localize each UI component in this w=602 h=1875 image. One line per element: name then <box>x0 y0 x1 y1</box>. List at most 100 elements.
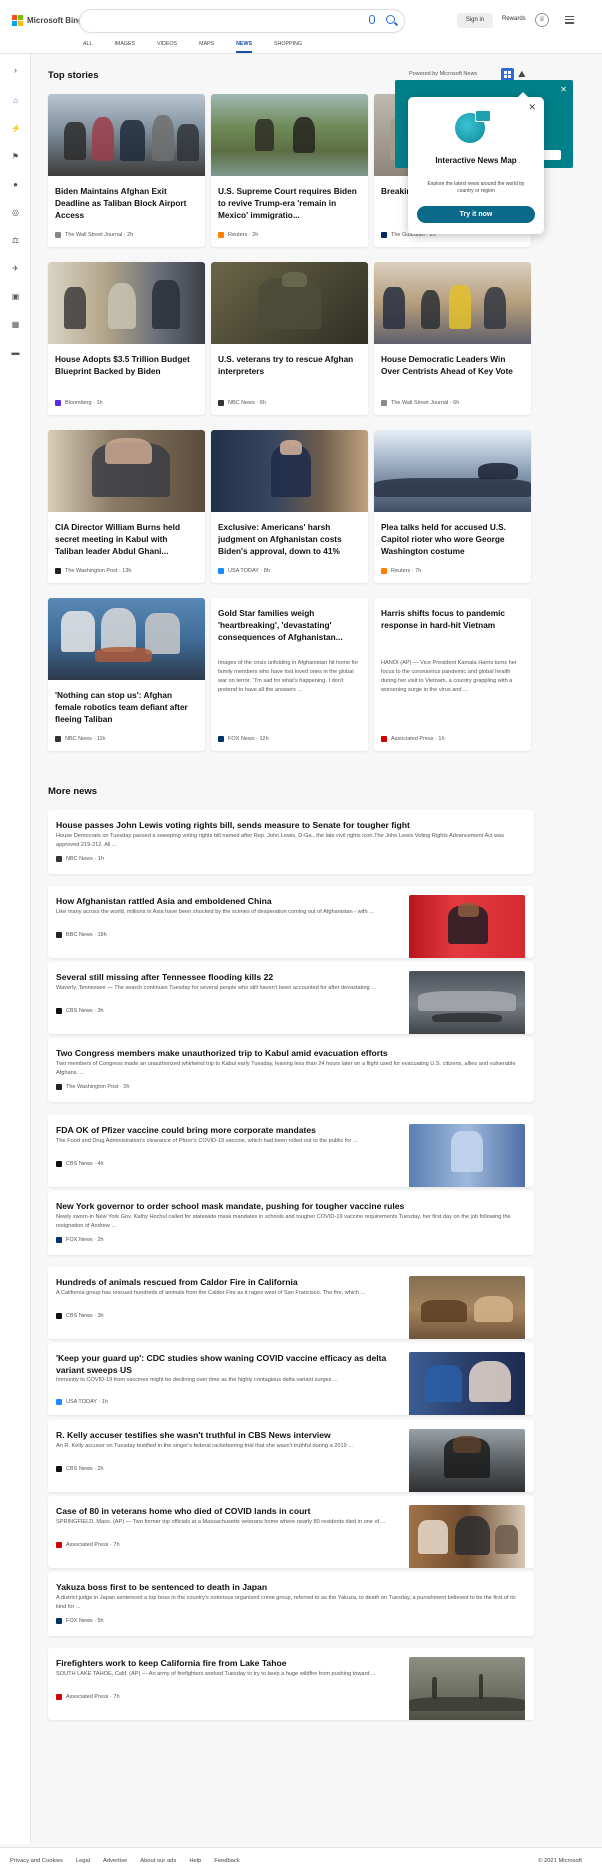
tab-images[interactable]: IMAGES <box>114 41 135 53</box>
news-title[interactable]: New York governor to order school mask m… <box>56 1200 526 1212</box>
expand-rail-icon[interactable]: › <box>11 66 20 75</box>
story-image[interactable] <box>48 430 205 512</box>
story-title[interactable]: Harris shifts focus to pandemic response… <box>381 607 524 631</box>
story-image[interactable] <box>48 598 205 680</box>
story-card[interactable]: House Adopts $3.5 Trillion Budget Bluepr… <box>48 262 205 415</box>
story-title[interactable]: U.S. veterans try to rescue Afghan inter… <box>218 353 361 377</box>
story-card[interactable]: U.S. veterans try to rescue Afghan inter… <box>211 262 368 415</box>
news-thumbnail[interactable] <box>409 1657 525 1720</box>
story-image[interactable] <box>48 262 205 344</box>
story-card[interactable]: Biden Maintains Afghan Exit Deadline as … <box>48 94 205 247</box>
news-title[interactable]: House passes John Lewis voting rights bi… <box>56 819 526 831</box>
hamburger-menu-icon[interactable] <box>565 16 574 26</box>
footer-link-privacy-and-cookies[interactable]: Privacy and Cookies <box>10 1858 63 1864</box>
home-icon[interactable]: ⌂ <box>11 96 20 105</box>
location-pin-icon[interactable]: ● <box>11 180 20 189</box>
news-thumbnail[interactable] <box>409 895 525 958</box>
film-icon[interactable]: ▣ <box>11 292 20 301</box>
news-thumbnail[interactable] <box>409 1124 525 1187</box>
sign-in-button[interactable]: Sign in <box>457 13 493 28</box>
news-list-item[interactable]: 'Keep your guard up': CDC studies show w… <box>48 1343 534 1415</box>
news-source[interactable]: BBC News · 18h <box>56 932 107 938</box>
story-title[interactable]: House Democratic Leaders Win Over Centri… <box>381 353 524 377</box>
news-title[interactable]: Hundreds of animals rescued from Caldor … <box>56 1276 396 1288</box>
story-source[interactable]: Reuters · 2h <box>218 232 258 238</box>
tab-all[interactable]: ALL <box>83 41 92 53</box>
news-list-item[interactable]: Hundreds of animals rescued from Caldor … <box>48 1267 534 1339</box>
banner-close-icon[interactable]: ✕ <box>560 85 567 94</box>
news-list-item[interactable]: Two Congress members make unauthorized t… <box>48 1038 534 1102</box>
story-image[interactable] <box>211 94 368 176</box>
news-title[interactable]: Two Congress members make unauthorized t… <box>56 1047 526 1059</box>
story-image[interactable] <box>211 262 368 344</box>
news-thumbnail[interactable] <box>409 1352 525 1415</box>
story-image[interactable] <box>374 430 531 512</box>
microphone-icon[interactable] <box>369 15 375 24</box>
story-source[interactable]: FOX News · 12h <box>218 736 269 742</box>
story-image[interactable] <box>374 262 531 344</box>
news-title[interactable]: Case of 80 in veterans home who died of … <box>56 1505 396 1517</box>
news-source[interactable]: CBS News · 3h <box>56 1008 104 1014</box>
footer-link-help[interactable]: Help <box>189 1858 201 1864</box>
news-title[interactable]: 'Keep your guard up': CDC studies show w… <box>56 1352 396 1376</box>
footer-link-legal[interactable]: Legal <box>76 1858 90 1864</box>
flag-icon[interactable]: ⚑ <box>11 152 20 161</box>
news-title[interactable]: Several still missing after Tennessee fl… <box>56 971 396 983</box>
tab-maps[interactable]: MAPS <box>199 41 214 53</box>
news-title[interactable]: How Afghanistan rattled Asia and embolde… <box>56 895 396 907</box>
news-source[interactable]: Associated Press · 7h <box>56 1694 120 1700</box>
news-list-item[interactable]: Several still missing after Tennessee fl… <box>48 962 534 1034</box>
news-source[interactable]: NBC News · 1h <box>56 856 104 862</box>
story-card[interactable]: 'Nothing can stop us': Afghan female rob… <box>48 598 205 751</box>
news-thumbnail[interactable] <box>409 1276 525 1339</box>
story-source[interactable]: USA TODAY · 8h <box>218 568 270 574</box>
news-source[interactable]: USA TODAY · 1h <box>56 1399 108 1405</box>
search-icon[interactable] <box>386 15 395 24</box>
news-source[interactable]: CBS News · 3h <box>56 1313 104 1319</box>
story-title[interactable]: U.S. Supreme Court requires Biden to rev… <box>218 185 361 221</box>
tab-shopping[interactable]: SHOPPING <box>274 41 302 53</box>
news-list-item[interactable]: New York governor to order school mask m… <box>48 1191 534 1255</box>
news-list-item[interactable]: R. Kelly accuser testifies she wasn't tr… <box>48 1420 534 1492</box>
story-source[interactable]: The Wall Street Journal · 6h <box>381 400 459 406</box>
footer-link-feedback[interactable]: Feedback <box>214 1858 239 1864</box>
story-title[interactable]: House Adopts $3.5 Trillion Budget Bluepr… <box>55 353 198 377</box>
try-it-now-button[interactable]: Try it now <box>417 206 535 223</box>
tab-news[interactable]: NEWS <box>236 41 252 53</box>
news-source[interactable]: CBS News · 4h <box>56 1161 104 1167</box>
map-view-icon[interactable]: ⛰ <box>518 69 529 80</box>
trending-icon[interactable]: ⚡ <box>11 124 21 133</box>
story-title[interactable]: 'Nothing can stop us': Afghan female rob… <box>55 689 198 725</box>
story-card[interactable]: House Democratic Leaders Win Over Centri… <box>374 262 531 415</box>
news-list-item[interactable]: FDA OK of Pfizer vaccine could bring mor… <box>48 1115 534 1187</box>
story-source[interactable]: The Wall Street Journal · 2h <box>55 232 133 238</box>
news-list-item[interactable]: House passes John Lewis voting rights bi… <box>48 810 534 874</box>
globe-icon[interactable]: ◎ <box>11 208 20 217</box>
story-title[interactable]: CIA Director William Burns held secret m… <box>55 521 198 557</box>
scales-icon[interactable]: ⚖ <box>11 236 20 245</box>
bing-logo[interactable]: Microsoft Bing <box>12 15 83 26</box>
story-source[interactable]: The Washington Post · 13h <box>55 568 131 574</box>
footer-link-about-our-ads[interactable]: About our ads <box>140 1858 176 1864</box>
story-card[interactable]: Plea talks held for accused U.S. Capitol… <box>374 430 531 583</box>
news-source[interactable]: FOX News · 5h <box>56 1618 104 1624</box>
news-list-item[interactable]: How Afghanistan rattled Asia and embolde… <box>48 886 534 958</box>
story-image[interactable] <box>211 430 368 512</box>
news-source[interactable]: The Washington Post · 2h <box>56 1084 129 1090</box>
tab-videos[interactable]: VIDEOS <box>157 41 177 53</box>
news-list-item[interactable]: Firefighters work to keep California fir… <box>48 1648 534 1720</box>
news-thumbnail[interactable] <box>409 971 525 1034</box>
news-title[interactable]: Firefighters work to keep California fir… <box>56 1657 396 1669</box>
story-card[interactable]: Gold Star families weigh 'heartbreaking'… <box>211 598 368 751</box>
story-source[interactable]: NBC News · 11h <box>55 736 106 742</box>
news-source[interactable]: FOX News · 2h <box>56 1237 104 1243</box>
story-title[interactable]: Exclusive: Americans' harsh judgment on … <box>218 521 361 557</box>
story-title[interactable]: Biden Maintains Afghan Exit Deadline as … <box>55 185 198 221</box>
story-image[interactable] <box>48 94 205 176</box>
building-icon[interactable]: ▦ <box>11 320 20 329</box>
story-card[interactable]: U.S. Supreme Court requires Biden to rev… <box>211 94 368 247</box>
story-card[interactable]: CIA Director William Burns held secret m… <box>48 430 205 583</box>
news-source[interactable]: CBS News · 2h <box>56 1466 104 1472</box>
story-title[interactable]: Plea talks held for accused U.S. Capitol… <box>381 521 524 557</box>
popup-close-icon[interactable]: ✕ <box>528 102 536 113</box>
